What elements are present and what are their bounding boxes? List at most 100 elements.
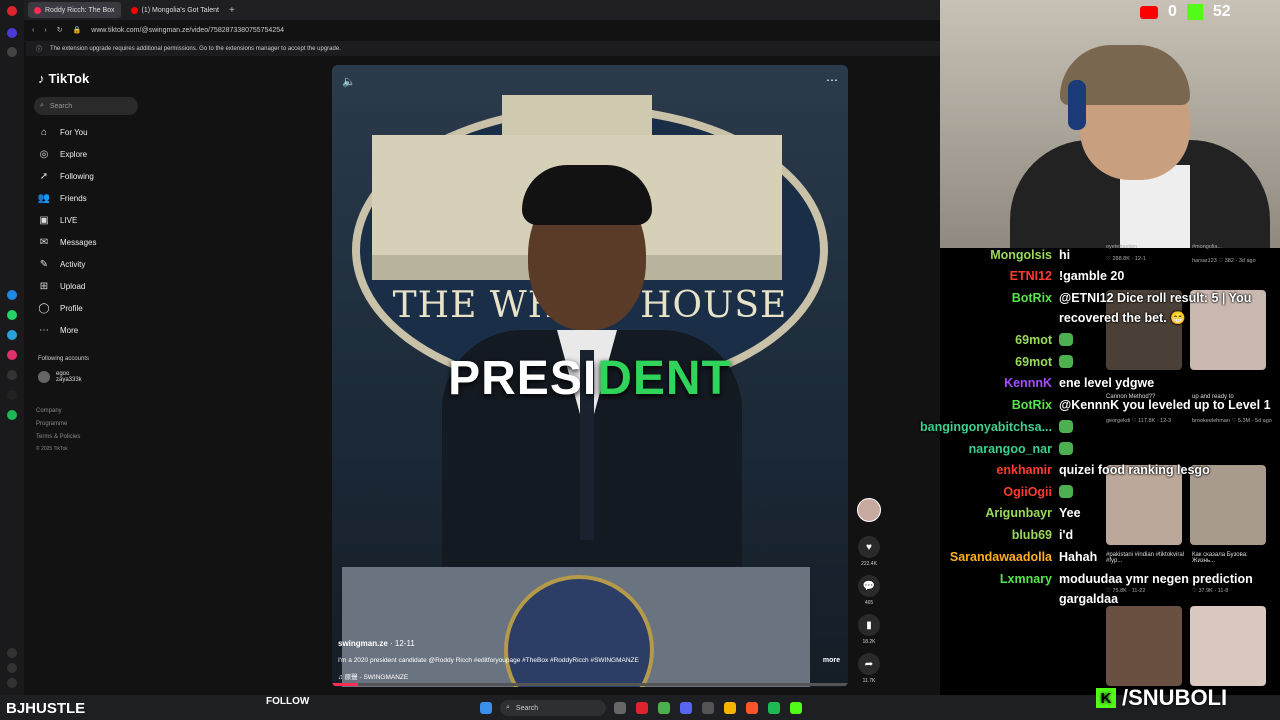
avatar [38,371,50,383]
messages-icon: ✉ [39,236,49,248]
chat-overlay: Mongolsis hi ETNI12 !gamble 20 BotRix @ETNI12… [900,248,1280,618]
search-icon: ⌕ [506,704,510,711]
chat-username: blub69 [1011,528,1052,542]
chat-text: ene level ydgwe [1059,376,1155,390]
star-icon[interactable] [7,47,17,57]
nav-friends[interactable]: 👥 Friends [38,190,87,206]
heart-icon[interactable] [7,648,17,658]
footer-programme[interactable]: Programme [36,421,67,427]
feed-thumbnail[interactable] [1106,606,1182,686]
spotify-taskbar-icon[interactable] [768,702,780,714]
logo-text: TikTok [48,71,90,86]
video-progress-bar[interactable] [332,683,848,686]
nav-label: Following [60,171,94,181]
feed-thumbnail[interactable] [1190,606,1266,686]
infobar-text: The extension upgrade requires additiona… [50,45,341,52]
browser-sidebar [0,0,24,695]
telegram-icon[interactable] [7,330,17,340]
nav-messages[interactable]: ✉ Messages [38,234,97,250]
share-button[interactable]: ➦ [858,653,880,675]
video-author[interactable]: swingman.ze · 12-11 [338,639,415,648]
footer-terms[interactable]: Terms & Policies [36,434,80,440]
chrome-icon[interactable] [658,702,670,714]
upload-icon: ⊞ [39,280,49,292]
caption-green-part: DENT [597,352,732,405]
brave-icon[interactable] [746,702,758,714]
backdrop-roof [502,95,652,135]
youtube-count: 0 [1168,3,1177,20]
nav-explore[interactable]: ◎ Explore [38,146,88,162]
nav-activity[interactable]: ✎ Activity [38,256,86,272]
like-button[interactable]: ♥ [858,536,880,558]
x-icon[interactable] [7,390,17,400]
tab-tiktok[interactable]: Roddy Ricch: The Box [28,2,121,18]
progress-fill [332,683,358,686]
comment-icon: 💬 [862,580,876,592]
folder-icon[interactable] [724,702,736,714]
video-date: 12-11 [394,639,415,648]
messenger-icon[interactable] [7,290,17,300]
instagram-icon[interactable] [7,350,17,360]
author-avatar[interactable] [857,498,881,522]
task-view-icon[interactable] [614,702,626,714]
chat-text: Hahah [1059,550,1098,564]
taskbar-search[interactable]: ⌕ Search [500,700,606,716]
back-icon[interactable]: ‹ [32,27,34,34]
opera-logo-icon[interactable] [7,6,17,16]
account-handle: zaya333k [56,377,82,383]
opera-taskbar-icon[interactable] [636,702,648,714]
comment-button[interactable]: 💬 [858,575,880,597]
nav-for-you[interactable]: ⌂ For You [38,124,88,140]
settings-icon[interactable] [702,702,714,714]
extension-infobar: ⓘ The extension upgrade requires additio… [26,41,940,56]
nav-following[interactable]: ➚ Following [38,168,94,184]
video-music[interactable]: ♫ 原聲 - SWINGMANZE [338,671,408,681]
url-text[interactable]: www.tiktok.com/@swingman.ze/video/758287… [91,27,284,34]
home-icon[interactable] [7,28,17,38]
nav-profile[interactable]: ◯ Profile [38,300,83,316]
windows-start-icon[interactable] [480,702,492,714]
nav-live[interactable]: ▣ LIVE [38,212,77,228]
reload-icon[interactable]: ↻ [57,26,63,34]
address-bar[interactable]: ‹ › ↻ 🔒 www.tiktok.com/@swingman.ze/vide… [26,22,940,38]
tiktok-logo[interactable]: ♪ TikTok [38,71,89,86]
footer-company[interactable]: Company [36,408,62,414]
nav-label: Activity [60,259,86,269]
discord-icon[interactable] [680,702,692,714]
sound-icon[interactable]: 🔈 [342,75,356,88]
nav-label: LIVE [60,215,78,225]
chat-username: narangoo_nar [968,442,1052,456]
webcam-feed [940,0,1280,248]
chat-text: @KennnK you leveled up to Level 1 [1059,398,1271,412]
more-icon[interactable] [7,678,17,688]
nav-upload[interactable]: ⊞ Upload [38,278,86,294]
chat-username: OgiiOgii [1003,485,1052,499]
chat-text: moduudaa ymr negen prediction [1059,572,1253,586]
search-placeholder: Search [49,102,73,110]
tiktok-side-icon[interactable] [7,370,17,380]
history-icon[interactable] [7,663,17,673]
following-account[interactable]: egoo zaya333k [38,371,82,383]
video-player[interactable]: THE WHITE HOUSE WASHINGTON PRESIDENT 🔈 ⋯… [332,65,848,687]
more-button[interactable]: more [823,657,840,664]
chat-username: enkhamir [996,463,1052,477]
search-icon: ⌕ [40,102,44,109]
kick-taskbar-icon[interactable] [790,702,802,714]
chat-text: recovered the bet. 😁 [1059,311,1186,325]
forward-icon[interactable]: › [44,27,46,34]
save-count: 18.2K [862,639,876,645]
tab-youtube[interactable]: (1) Mongolia's Got Talent [125,2,225,18]
nav-label: Messages [60,237,97,247]
search-input[interactable]: ⌕ Search [34,97,138,115]
video-menu-icon[interactable]: ⋯ [826,73,838,87]
save-button[interactable]: ▮ [858,614,880,636]
nav-label: Explore [60,149,88,159]
nav-label: Profile [60,303,83,313]
brand-watermark: K /SNUBOLI [1096,684,1227,712]
emote-icon [1059,485,1073,498]
youtube-icon [1140,5,1158,19]
whatsapp-icon[interactable] [7,310,17,320]
new-tab-button[interactable]: + [229,5,235,16]
spotify-icon[interactable] [7,410,17,420]
nav-more[interactable]: ⋯ More [38,322,78,338]
